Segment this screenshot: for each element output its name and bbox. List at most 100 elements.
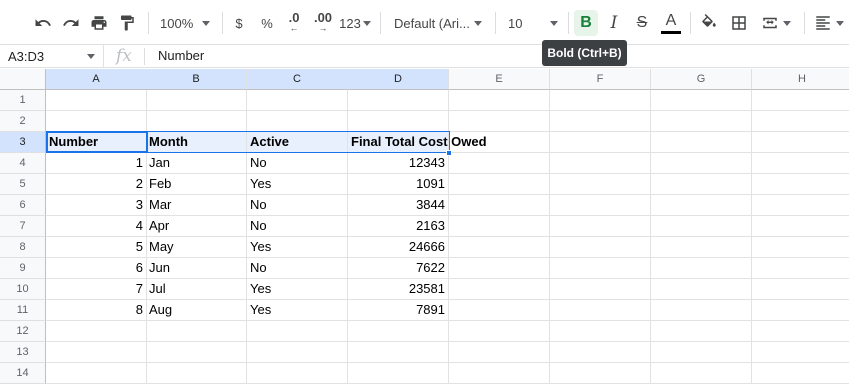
cell-g7[interactable] bbox=[651, 216, 752, 237]
horizontal-align-button[interactable] bbox=[812, 10, 846, 36]
cell-b1[interactable] bbox=[146, 90, 247, 111]
cell-e7[interactable] bbox=[449, 216, 550, 237]
cell-h7[interactable] bbox=[752, 216, 849, 237]
cell-g9[interactable] bbox=[651, 258, 752, 279]
cell-c10[interactable]: Yes bbox=[247, 279, 348, 300]
row-header-6[interactable]: 6 bbox=[0, 195, 46, 216]
row-header-8[interactable]: 8 bbox=[0, 237, 46, 258]
cell-b14[interactable] bbox=[146, 363, 247, 384]
cell-d11[interactable]: 7891 bbox=[348, 300, 449, 321]
cell-a1[interactable] bbox=[46, 90, 147, 111]
cell-f7[interactable] bbox=[550, 216, 651, 237]
text-color-button[interactable]: A bbox=[658, 10, 684, 36]
cell-b6[interactable]: Mar bbox=[146, 195, 247, 216]
column-header-g[interactable]: G bbox=[651, 69, 752, 90]
row-header-13[interactable]: 13 bbox=[0, 342, 46, 363]
undo-icon[interactable] bbox=[32, 10, 54, 36]
column-header-f[interactable]: F bbox=[550, 69, 651, 90]
paint-format-icon[interactable] bbox=[116, 10, 138, 36]
increase-decimal-button[interactable]: .00 → bbox=[311, 10, 335, 36]
formula-input[interactable]: Number bbox=[158, 48, 204, 63]
row-header-14[interactable]: 14 bbox=[0, 363, 46, 384]
cell-e9[interactable] bbox=[449, 258, 550, 279]
cell-f14[interactable] bbox=[550, 363, 651, 384]
cell-a12[interactable] bbox=[46, 321, 147, 342]
cell-c6[interactable]: No bbox=[247, 195, 348, 216]
cell-c1[interactable] bbox=[247, 90, 348, 111]
cell-c13[interactable] bbox=[247, 342, 348, 363]
italic-button[interactable]: I bbox=[602, 10, 626, 36]
cell-d14[interactable] bbox=[348, 363, 449, 384]
font-size-select[interactable]: 10 bbox=[504, 10, 562, 36]
cell-c7[interactable]: No bbox=[247, 216, 348, 237]
cell-d5[interactable]: 1091 bbox=[348, 174, 449, 195]
cell-a7[interactable]: 4 bbox=[46, 216, 147, 237]
cell-h9[interactable] bbox=[752, 258, 849, 279]
cell-h8[interactable] bbox=[752, 237, 849, 258]
cell-f9[interactable] bbox=[550, 258, 651, 279]
row-header-2[interactable]: 2 bbox=[0, 111, 46, 132]
cell-e4[interactable] bbox=[449, 153, 550, 174]
cell-f13[interactable] bbox=[550, 342, 651, 363]
column-header-d[interactable]: D bbox=[348, 69, 449, 90]
cell-c5[interactable]: Yes bbox=[247, 174, 348, 195]
cell-h1[interactable] bbox=[752, 90, 849, 111]
cell-g3[interactable] bbox=[651, 132, 752, 153]
cell-f1[interactable] bbox=[550, 90, 651, 111]
column-header-c[interactable]: C bbox=[247, 69, 348, 90]
column-header-a[interactable]: A bbox=[46, 69, 147, 90]
cell-c11[interactable]: Yes bbox=[247, 300, 348, 321]
cell-h5[interactable] bbox=[752, 174, 849, 195]
cell-b3[interactable]: Month bbox=[146, 132, 247, 153]
cell-g2[interactable] bbox=[651, 111, 752, 132]
cell-d10[interactable]: 23581 bbox=[348, 279, 449, 300]
cell-e1[interactable] bbox=[449, 90, 550, 111]
cell-f6[interactable] bbox=[550, 195, 651, 216]
cell-d8[interactable]: 24666 bbox=[348, 237, 449, 258]
cell-h4[interactable] bbox=[752, 153, 849, 174]
select-all-corner[interactable] bbox=[0, 69, 46, 90]
cell-a2[interactable] bbox=[46, 111, 147, 132]
cell-g4[interactable] bbox=[651, 153, 752, 174]
cell-h12[interactable] bbox=[752, 321, 849, 342]
cell-d1[interactable] bbox=[348, 90, 449, 111]
cell-h13[interactable] bbox=[752, 342, 849, 363]
zoom-select[interactable]: 100% bbox=[156, 10, 214, 36]
cell-f5[interactable] bbox=[550, 174, 651, 195]
cell-b11[interactable]: Aug bbox=[146, 300, 247, 321]
cell-f2[interactable] bbox=[550, 111, 651, 132]
cell-e13[interactable] bbox=[449, 342, 550, 363]
cell-b5[interactable]: Feb bbox=[146, 174, 247, 195]
row-header-5[interactable]: 5 bbox=[0, 174, 46, 195]
cell-c4[interactable]: No bbox=[247, 153, 348, 174]
column-header-b[interactable]: B bbox=[146, 69, 247, 90]
cell-f8[interactable] bbox=[550, 237, 651, 258]
cell-a9[interactable]: 6 bbox=[46, 258, 147, 279]
row-header-9[interactable]: 9 bbox=[0, 258, 46, 279]
cell-c2[interactable] bbox=[247, 111, 348, 132]
cell-g8[interactable] bbox=[651, 237, 752, 258]
row-header-4[interactable]: 4 bbox=[0, 153, 46, 174]
cell-d6[interactable]: 3844 bbox=[348, 195, 449, 216]
cell-h3[interactable] bbox=[752, 132, 849, 153]
cell-e10[interactable] bbox=[449, 279, 550, 300]
cell-d13[interactable] bbox=[348, 342, 449, 363]
font-family-select[interactable]: Default (Ari... bbox=[390, 10, 486, 36]
cell-f3[interactable] bbox=[550, 132, 651, 153]
cell-e14[interactable] bbox=[449, 363, 550, 384]
cell-c9[interactable]: No bbox=[247, 258, 348, 279]
borders-icon[interactable] bbox=[728, 10, 750, 36]
cell-f11[interactable] bbox=[550, 300, 651, 321]
cell-d9[interactable]: 7622 bbox=[348, 258, 449, 279]
cell-a11[interactable]: 8 bbox=[46, 300, 147, 321]
cell-b12[interactable] bbox=[146, 321, 247, 342]
cell-a8[interactable]: 5 bbox=[46, 237, 147, 258]
cell-h10[interactable] bbox=[752, 279, 849, 300]
cell-f12[interactable] bbox=[550, 321, 651, 342]
cell-c8[interactable]: Yes bbox=[247, 237, 348, 258]
row-header-7[interactable]: 7 bbox=[0, 216, 46, 237]
cell-c12[interactable] bbox=[247, 321, 348, 342]
cell-e6[interactable] bbox=[449, 195, 550, 216]
cell-e8[interactable] bbox=[449, 237, 550, 258]
cell-h6[interactable] bbox=[752, 195, 849, 216]
